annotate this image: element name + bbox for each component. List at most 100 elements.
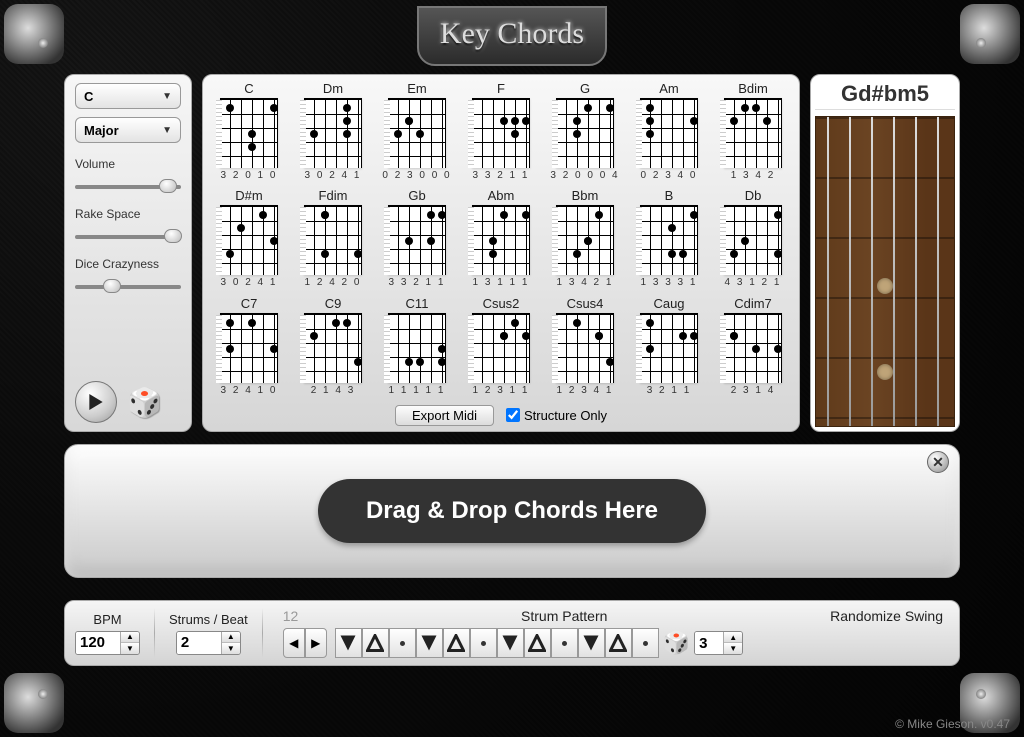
swing-input[interactable] [695,632,723,654]
finger-dot [500,332,508,340]
chord-tile[interactable]: G3 2 0 0 0 4 [547,81,623,184]
finger-dot [427,211,435,219]
chord-tile[interactable]: Em0 2 3 0 0 0 [379,81,455,184]
chord-name: C9 [325,296,342,311]
pattern-prev[interactable]: ◀ [283,628,305,658]
strum-cell[interactable] [524,628,551,658]
chord-tile[interactable]: Am0 2 3 4 0 [631,81,707,184]
volume-slider[interactable] [75,179,181,193]
finger-dot [321,211,329,219]
chord-drop-zone[interactable]: ✕ Drag & Drop Chords Here [64,444,960,578]
chord-tile[interactable]: C92 1 4 3 [295,296,371,399]
guitar-string[interactable] [827,117,829,426]
finger-dot [679,332,687,340]
chord-tile[interactable]: C111 1 1 1 1 [379,296,455,399]
strums-stepper[interactable]: ▲ ▼ [176,631,241,655]
strum-cell[interactable] [470,628,497,658]
chord-tile[interactable]: Fdim1 2 4 2 0 [295,188,371,291]
chord-tile[interactable]: Db4 3 1 2 1 [715,188,791,291]
chord-tile[interactable]: Csus41 2 3 4 1 [547,296,623,399]
slider-thumb[interactable] [103,279,121,293]
chord-tile[interactable]: Dm3 0 2 4 1 [295,81,371,184]
bottom-bar: BPM ▲ ▼ Strums / Beat ▲ ▼ [64,600,960,666]
bpm-stepper[interactable]: ▲ ▼ [75,631,140,655]
swing-up[interactable]: ▲ [724,632,742,643]
drop-hint: Drag & Drop Chords Here [318,479,706,543]
chord-tile[interactable]: D#m3 0 2 4 1 [211,188,287,291]
randomize-pattern-button[interactable]: 🎲 [663,630,690,656]
finger-dot [259,211,267,219]
chord-tile[interactable]: Bbm 1 3 4 2 1 [547,188,623,291]
chord-tile[interactable]: Cdim72 3 1 4 [715,296,791,399]
chord-fingering: 2 3 1 4 [731,385,776,396]
randomize-dice-button[interactable]: 🎲 [127,386,162,419]
guitar-string[interactable] [937,117,939,426]
key-select[interactable]: C ▼ [75,83,181,109]
chord-tile[interactable]: Abm1 3 1 1 1 [463,188,539,291]
finger-dot [573,117,581,125]
finger-dot [226,319,234,327]
strum-cell[interactable] [632,628,659,658]
chord-fingering: 1 3 4 2 1 [557,277,614,288]
strum-cell[interactable] [362,628,389,658]
structure-only-input[interactable] [506,408,520,422]
finger-dot [668,224,676,232]
strum-cell[interactable] [578,628,605,658]
strum-cell[interactable] [389,628,416,658]
chord-tile[interactable]: Bdim1 3 4 2 [715,81,791,184]
strums-up[interactable]: ▲ [222,632,240,643]
structure-only-checkbox[interactable]: Structure Only [506,408,607,423]
strum-cell[interactable] [497,628,524,658]
bpm-down[interactable]: ▼ [121,643,139,654]
play-button[interactable] [75,381,117,423]
export-midi-button[interactable]: Export Midi [395,405,494,426]
chord-diagram [304,313,362,383]
strum-cell[interactable] [605,628,632,658]
finger-dot [668,250,676,258]
strums-input[interactable] [177,632,221,654]
guitar-string[interactable] [849,117,851,426]
finger-dot [606,104,614,112]
rake-slider[interactable] [75,229,181,243]
chord-tile[interactable]: Caug3 2 1 1 [631,296,707,399]
chord-diagram [220,98,278,168]
guitar-string[interactable] [893,117,895,426]
strum-cell[interactable] [551,628,578,658]
finger-dot [248,130,256,138]
chevron-down-icon: ▼ [162,91,172,102]
pattern-next[interactable]: ▶ [305,628,327,658]
strum-cell[interactable] [416,628,443,658]
finger-dot [489,237,497,245]
finger-dot [405,237,413,245]
chord-diagram [724,98,782,168]
finger-dot [595,211,603,219]
chord-tile[interactable]: F3 3 2 1 1 [463,81,539,184]
mode-select[interactable]: Major ▼ [75,117,181,143]
randomize-label: Randomize Swing [830,608,943,624]
chord-name: Bbm [572,188,599,203]
slider-thumb[interactable] [159,179,177,193]
strum-cell[interactable] [335,628,362,658]
swing-down[interactable]: ▼ [724,643,742,654]
finger-dot [752,104,760,112]
chord-tile[interactable]: C3 2 0 1 0 [211,81,287,184]
bpm-up[interactable]: ▲ [121,632,139,643]
chord-fingering: 3 2 0 1 0 [221,170,278,181]
chord-diagram [640,98,698,168]
chord-tile[interactable]: Gb3 3 2 1 1 [379,188,455,291]
swing-stepper[interactable]: ▲ ▼ [694,631,743,655]
chord-tile[interactable]: Csus21 2 3 1 1 [463,296,539,399]
fretboard[interactable] [815,116,955,427]
volume-label: Volume [75,157,181,171]
chord-tile[interactable]: B1 3 3 3 1 [631,188,707,291]
dice-slider[interactable] [75,279,181,293]
chord-tile[interactable]: C73 2 4 1 0 [211,296,287,399]
bpm-input[interactable] [76,632,120,654]
strums-down[interactable]: ▼ [222,643,240,654]
slider-thumb[interactable] [164,229,182,243]
close-button[interactable]: ✕ [927,451,949,473]
finger-dot [595,332,603,340]
strum-cell[interactable] [443,628,470,658]
guitar-string[interactable] [915,117,917,426]
guitar-string[interactable] [871,117,873,426]
